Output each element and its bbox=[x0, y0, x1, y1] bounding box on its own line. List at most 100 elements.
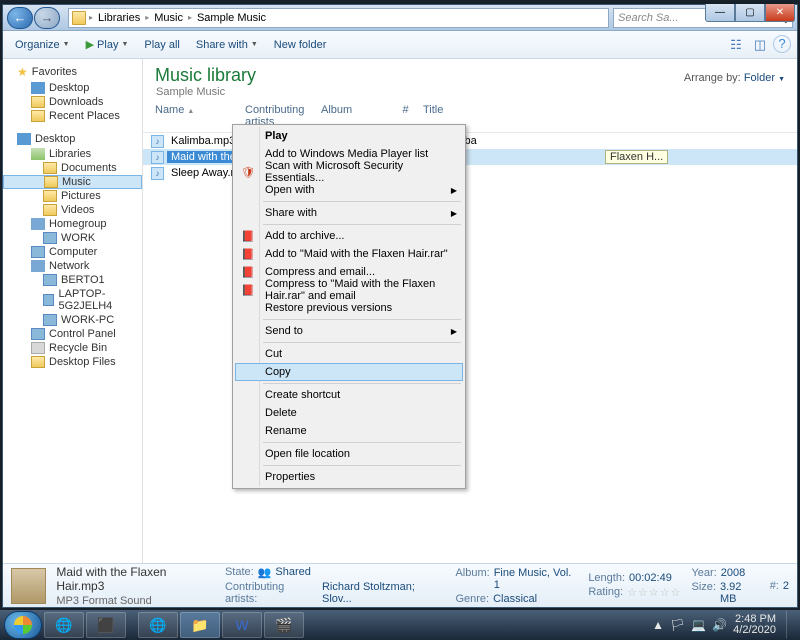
tree-recycle-bin[interactable]: Recycle Bin bbox=[3, 341, 142, 355]
ctx-add-rar[interactable]: 📕Add to "Maid with the Flaxen Hair.rar" bbox=[235, 245, 463, 263]
tray-flag-icon[interactable]: 🏳 bbox=[670, 618, 685, 632]
tree-desktop[interactable]: Desktop bbox=[3, 81, 142, 95]
breadcrumb-music[interactable]: Music bbox=[152, 12, 185, 24]
chevron-right-icon: ▶ bbox=[451, 186, 457, 195]
window-controls: — ▢ ✕ bbox=[705, 4, 795, 22]
chevron-down-icon: ▼ bbox=[778, 76, 785, 83]
tree-desktop-root[interactable]: Desktop bbox=[3, 131, 142, 147]
tree-control-panel[interactable]: Control Panel bbox=[3, 327, 142, 341]
folder-icon bbox=[43, 204, 57, 216]
winrar-icon: 📕 bbox=[240, 282, 256, 298]
control-panel-icon bbox=[31, 328, 45, 340]
details-filename: Maid with the Flaxen Hair.mp3 bbox=[56, 565, 215, 593]
ctx-add-archive[interactable]: 📕Add to archive... bbox=[235, 227, 463, 245]
ctx-share-with[interactable]: Share with▶ bbox=[235, 204, 463, 222]
preview-pane-button[interactable]: ◫ bbox=[749, 35, 771, 55]
library-header: Music library Sample Music Arrange by: F… bbox=[143, 59, 797, 100]
taskbar-app[interactable]: ⬛ bbox=[86, 612, 126, 638]
tree-recent[interactable]: Recent Places bbox=[3, 109, 142, 123]
tree-desktop-files[interactable]: Desktop Files bbox=[3, 355, 142, 369]
tray-network-icon[interactable]: 💻 bbox=[691, 618, 706, 632]
breadcrumb-libraries[interactable]: Libraries bbox=[96, 12, 142, 24]
play-all-button[interactable]: Play all bbox=[138, 37, 185, 53]
play-menu[interactable]: ▶Play▼ bbox=[80, 36, 135, 53]
ctx-restore[interactable]: Restore previous versions bbox=[235, 299, 463, 317]
network-icon bbox=[31, 260, 45, 272]
back-button[interactable]: ← bbox=[7, 7, 33, 29]
tree-homegroup[interactable]: Homegroup bbox=[3, 217, 142, 231]
view-options-button[interactable]: ☷ bbox=[725, 35, 747, 55]
ctx-open-with[interactable]: Open with▶ bbox=[235, 181, 463, 199]
chevron-right-icon: ▸ bbox=[145, 13, 149, 22]
tree-net-berto1[interactable]: BERTO1 bbox=[3, 273, 142, 287]
share-with-menu[interactable]: Share with▼ bbox=[190, 37, 264, 53]
minimize-button[interactable]: — bbox=[705, 4, 735, 22]
libraries-icon bbox=[31, 148, 45, 160]
tree-pictures[interactable]: Pictures bbox=[3, 189, 142, 203]
ctx-copy[interactable]: Copy bbox=[235, 363, 463, 381]
col-name[interactable]: Name ▲ bbox=[151, 102, 241, 130]
ctx-compress-rar-email[interactable]: 📕Compress to "Maid with the Flaxen Hair.… bbox=[235, 281, 463, 299]
taskbar-word[interactable]: W bbox=[222, 612, 262, 638]
tree-work[interactable]: WORK bbox=[3, 231, 142, 245]
tray-clock[interactable]: 2:48 PM 4/2/2020 bbox=[733, 614, 776, 636]
ctx-open-file-location[interactable]: Open file location bbox=[235, 445, 463, 463]
tree-music[interactable]: Music bbox=[3, 175, 142, 189]
start-button[interactable] bbox=[4, 611, 42, 639]
ctx-delete[interactable]: Delete bbox=[235, 404, 463, 422]
tree-computer[interactable]: Computer bbox=[3, 245, 142, 259]
show-desktop-button[interactable] bbox=[786, 611, 796, 639]
shared-icon: 👥 bbox=[258, 566, 272, 579]
taskbar-chrome2[interactable]: 🌐 bbox=[138, 612, 178, 638]
computer-icon bbox=[43, 274, 57, 286]
taskbar-chrome[interactable]: 🌐 bbox=[44, 612, 84, 638]
details-filetype: MP3 Format Sound bbox=[56, 595, 215, 607]
tree-network[interactable]: Network bbox=[3, 259, 142, 273]
ctx-cut[interactable]: Cut bbox=[235, 345, 463, 363]
breadcrumb-sample-music[interactable]: Sample Music bbox=[195, 12, 268, 24]
shield-icon: 🛡 bbox=[240, 164, 256, 180]
tree-documents[interactable]: Documents bbox=[3, 161, 142, 175]
tree-downloads[interactable]: Downloads bbox=[3, 95, 142, 109]
music-file-icon: ♪ bbox=[151, 167, 164, 180]
tray-volume-icon[interactable]: 🔊 bbox=[712, 618, 727, 632]
ctx-send-to[interactable]: Send to▶ bbox=[235, 322, 463, 340]
folder-icon bbox=[31, 96, 45, 108]
organize-menu[interactable]: Organize▼ bbox=[9, 37, 76, 53]
chevron-right-icon: ▶ bbox=[451, 209, 457, 218]
tree-libraries[interactable]: Libraries bbox=[3, 147, 142, 161]
folder-icon bbox=[43, 162, 57, 174]
taskbar-app2[interactable]: 🎬 bbox=[264, 612, 304, 638]
details-pane: Maid with the Flaxen Hair.mp3 MP3 Format… bbox=[3, 563, 797, 607]
address-bar[interactable]: ▸ Libraries ▸ Music ▸ Sample Music bbox=[68, 8, 609, 28]
tree-videos[interactable]: Videos bbox=[3, 203, 142, 217]
maximize-button[interactable]: ▢ bbox=[735, 4, 765, 22]
tooltip: Flaxen H... bbox=[605, 150, 668, 164]
computer-icon bbox=[43, 294, 54, 306]
ctx-rename[interactable]: Rename bbox=[235, 422, 463, 440]
chevron-down-icon: ▼ bbox=[63, 41, 70, 48]
ctx-create-shortcut[interactable]: Create shortcut bbox=[235, 386, 463, 404]
taskbar-explorer[interactable]: 📁 bbox=[180, 612, 220, 638]
desktop-icon bbox=[17, 133, 31, 145]
new-folder-button[interactable]: New folder bbox=[268, 37, 333, 53]
forward-button[interactable]: → bbox=[34, 7, 60, 29]
tree-net-workpc[interactable]: WORK-PC bbox=[3, 313, 142, 327]
folder-icon bbox=[31, 110, 45, 122]
arrange-by-menu[interactable]: Folder ▼ bbox=[744, 72, 785, 84]
winrar-icon: 📕 bbox=[240, 228, 256, 244]
folder-icon bbox=[31, 356, 45, 368]
search-placeholder: Search Sa... bbox=[618, 12, 679, 24]
winrar-icon: 📕 bbox=[240, 246, 256, 262]
help-button[interactable]: ? bbox=[773, 35, 791, 53]
tray-up-icon[interactable]: ▲ bbox=[652, 618, 664, 632]
winrar-icon: 📕 bbox=[240, 264, 256, 280]
favorites-header[interactable]: ★Favorites bbox=[3, 63, 142, 81]
ctx-play[interactable]: Play bbox=[235, 127, 463, 145]
rating-stars[interactable]: ☆☆☆☆☆ bbox=[627, 586, 681, 599]
ctx-scan-mse[interactable]: 🛡Scan with Microsoft Security Essentials… bbox=[235, 163, 463, 181]
close-button[interactable]: ✕ bbox=[765, 4, 795, 22]
tree-net-laptop[interactable]: LAPTOP-5G2JELH4 bbox=[3, 287, 142, 313]
chevron-right-icon: ▶ bbox=[451, 327, 457, 336]
ctx-properties[interactable]: Properties bbox=[235, 468, 463, 486]
